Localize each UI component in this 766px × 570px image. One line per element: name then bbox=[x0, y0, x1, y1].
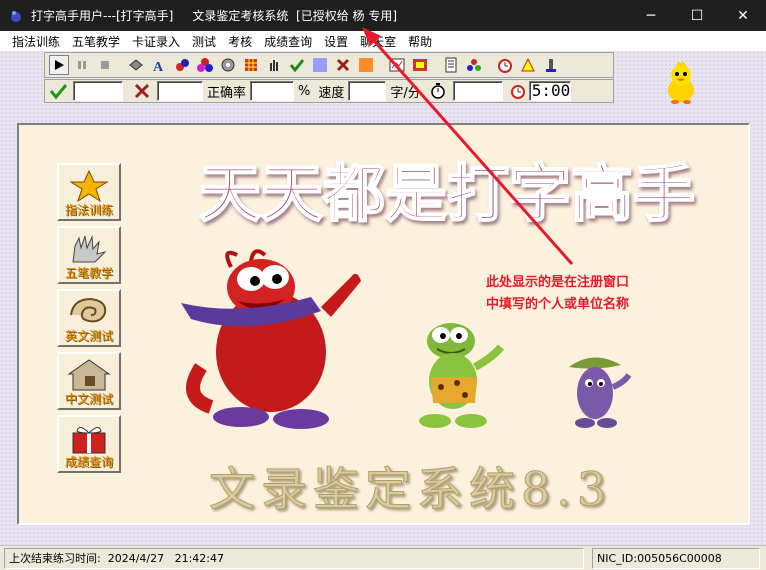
error-count-field bbox=[157, 81, 203, 101]
menu-card-entry[interactable]: 卡证录入 bbox=[126, 33, 186, 50]
elapsed-time-field bbox=[452, 81, 503, 101]
accuracy-label: 正确率 bbox=[207, 85, 247, 101]
main-panel: 指法训练 五笔教学 英文测试 中文测试 成绩查询 天天都是打字高手 文录鉴定系统… bbox=[17, 123, 750, 525]
pause-icon[interactable] bbox=[72, 55, 92, 75]
stats-bar: 正确率 % 速度 字/分 5:00 bbox=[44, 79, 614, 103]
menu-wubi-teaching[interactable]: 五笔教学 bbox=[66, 33, 126, 50]
window-title: 打字高手用户---[打字高手] 文录鉴定考核系统 [已授权给 杨 专用] bbox=[31, 9, 398, 23]
check-icon[interactable] bbox=[287, 55, 307, 75]
gear-icon[interactable] bbox=[218, 55, 238, 75]
toolbar: A bbox=[44, 52, 614, 78]
nav-label: 五笔教学 bbox=[64, 266, 113, 280]
last-practice-status: 上次结束练习时间: 2024/4/27 21:42:47 bbox=[4, 547, 584, 569]
chart-icon[interactable] bbox=[387, 55, 407, 75]
alarm-icon[interactable] bbox=[518, 55, 538, 75]
nav-finger-training-button[interactable]: 指法训练 bbox=[57, 163, 121, 221]
annotation-text: 此处显示的是在注册窗口 中填写的个人或单位名称 bbox=[486, 275, 630, 312]
correct-count-field bbox=[73, 81, 123, 101]
gift-icon bbox=[72, 427, 106, 454]
nav-score-query-button[interactable]: 成绩查询 bbox=[57, 415, 121, 473]
red-creature-image bbox=[181, 249, 361, 429]
menu-settings[interactable]: 设置 bbox=[318, 33, 354, 50]
cross-icon bbox=[134, 83, 150, 99]
nic-id-status: NIC_ID:005056C00008 bbox=[592, 547, 760, 569]
tools-icon[interactable] bbox=[172, 55, 192, 75]
nav-label: 中文测试 bbox=[64, 392, 113, 406]
system-name-banner: 文录鉴定系统8.3 bbox=[209, 462, 612, 517]
orange-square-icon[interactable] bbox=[356, 55, 376, 75]
chess-icon[interactable] bbox=[541, 55, 561, 75]
maximize-button[interactable]: ☐ bbox=[674, 0, 720, 31]
svg-text:A: A bbox=[153, 60, 164, 73]
shell-icon bbox=[70, 297, 107, 323]
nav-label: 成绩查询 bbox=[64, 455, 113, 469]
minimize-button[interactable]: ─ bbox=[628, 0, 674, 31]
book-icon[interactable] bbox=[126, 55, 146, 75]
menu-exam[interactable]: 考核 bbox=[222, 33, 258, 50]
speed-label: 速度 bbox=[318, 85, 345, 101]
speed-field bbox=[348, 81, 387, 101]
font-icon[interactable]: A bbox=[149, 55, 169, 75]
menu-test[interactable]: 测试 bbox=[186, 33, 222, 50]
clock-icon[interactable] bbox=[495, 55, 515, 75]
stop-icon[interactable] bbox=[95, 55, 115, 75]
menu-bar: 指法训练 五笔教学 卡证录入 测试 考核 成绩查询 设置 聊天室 帮助 bbox=[0, 31, 766, 51]
check-icon bbox=[49, 84, 68, 100]
app-icon bbox=[11, 10, 21, 22]
nav-label: 英文测试 bbox=[64, 329, 113, 343]
cross-icon[interactable] bbox=[333, 55, 353, 75]
title-bar: 打字高手用户---[打字高手] 文录鉴定考核系统 [已授权给 杨 专用] ─ ☐… bbox=[0, 0, 766, 31]
countdown-field[interactable]: 5:00 bbox=[528, 81, 571, 101]
film-icon[interactable] bbox=[410, 55, 430, 75]
grid-icon[interactable] bbox=[241, 55, 261, 75]
green-creature-image bbox=[419, 323, 505, 428]
hand-icon[interactable] bbox=[264, 55, 284, 75]
system-name-text: 文录鉴定系统8.3 bbox=[209, 462, 612, 516]
dice-icon[interactable] bbox=[195, 55, 215, 75]
play-icon[interactable] bbox=[49, 55, 69, 75]
menu-score-query[interactable]: 成绩查询 bbox=[258, 33, 318, 50]
square-icon[interactable] bbox=[310, 55, 330, 75]
nav-english-test-button[interactable]: 英文测试 bbox=[57, 289, 121, 347]
nav-chinese-test-button[interactable]: 中文测试 bbox=[57, 352, 121, 410]
menu-finger-training[interactable]: 指法训练 bbox=[6, 33, 66, 50]
keyboard-icon[interactable] bbox=[441, 55, 461, 75]
stopwatch-icon bbox=[431, 83, 445, 99]
close-button[interactable]: ✕ bbox=[720, 0, 766, 31]
menu-help[interactable]: 帮助 bbox=[402, 33, 438, 50]
alarm-clock-icon bbox=[510, 85, 525, 99]
status-bar: 上次结束练习时间: 2024/4/27 21:42:47 NIC_ID:0050… bbox=[0, 545, 766, 570]
nav-label: 指法训练 bbox=[64, 203, 113, 217]
percent-label: % bbox=[298, 83, 311, 99]
hand-icon bbox=[72, 235, 107, 263]
duck-mascot-icon bbox=[668, 62, 694, 104]
menu-chatroom[interactable]: 聊天室 bbox=[354, 33, 402, 50]
star-icon bbox=[69, 169, 109, 203]
nav-wubi-teaching-button[interactable]: 五笔教学 bbox=[57, 226, 121, 284]
accuracy-field bbox=[250, 81, 295, 101]
speed-unit-label: 字/分 bbox=[390, 85, 421, 101]
banner-title-text: 天天都是打字高手 bbox=[199, 157, 695, 230]
purple-creature-image bbox=[569, 357, 632, 428]
people-icon[interactable] bbox=[464, 55, 484, 75]
banner-title: 天天都是打字高手 bbox=[198, 156, 696, 231]
house-icon bbox=[67, 359, 111, 391]
